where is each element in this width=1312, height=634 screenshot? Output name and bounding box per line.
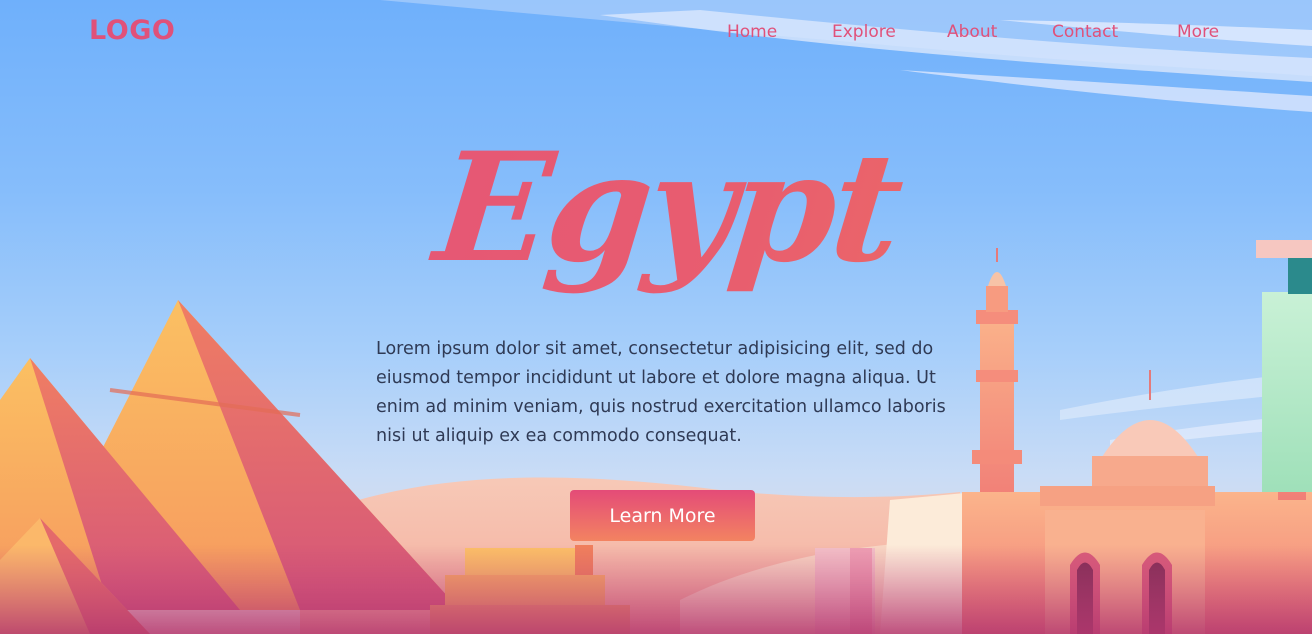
learn-more-button[interactable]: Learn More xyxy=(570,490,755,541)
nav-explore[interactable]: Explore xyxy=(832,22,896,42)
nav-more[interactable]: More xyxy=(1177,22,1219,42)
nav-contact[interactable]: Contact xyxy=(1052,22,1118,42)
main-nav: Home Explore About Contact More xyxy=(0,22,1312,46)
nav-about[interactable]: About xyxy=(947,22,997,42)
hero-description: Lorem ipsum dolor sit amet, consectetur … xyxy=(376,339,946,446)
landing-page: LOGO Home Explore About Contact More Egy… xyxy=(0,0,1312,634)
nav-home[interactable]: Home xyxy=(727,22,777,42)
hero-title: Egypt xyxy=(0,108,1312,308)
